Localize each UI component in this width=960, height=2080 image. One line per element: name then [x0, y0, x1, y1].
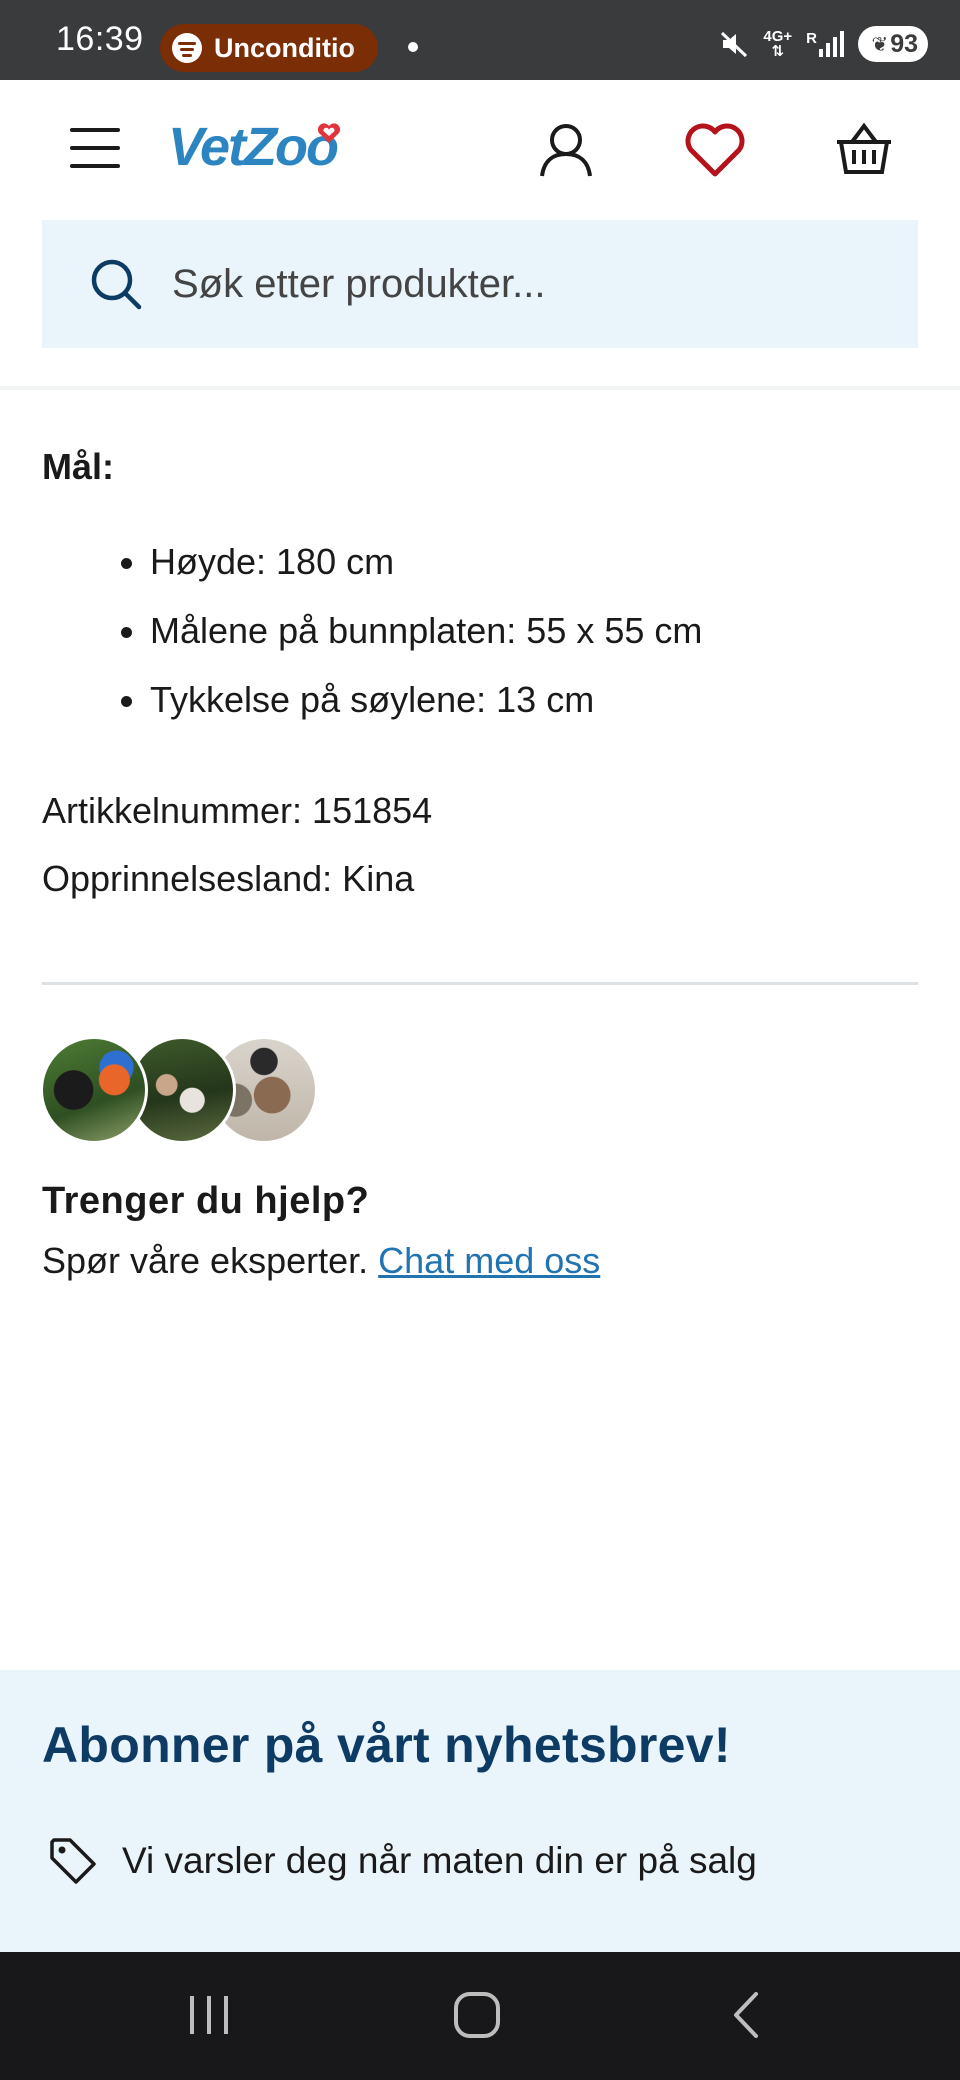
notification-dot	[408, 42, 418, 52]
expert-avatars	[40, 1036, 318, 1146]
media-playing-chip[interactable]: Unconditio	[160, 24, 378, 72]
data-arrows-icon: ⇅	[771, 43, 785, 60]
list-item: Tykkelse på søylene: 13 cm	[42, 680, 702, 749]
mute-icon	[721, 31, 748, 58]
roaming-indicator: R	[806, 30, 817, 47]
article-number: Artikkelnummer: 151854	[42, 790, 433, 831]
help-description: Spør våre eksperter.	[42, 1240, 369, 1281]
origin-country: Opprinnelsesland: Kina	[42, 858, 415, 899]
recent-apps-icon[interactable]	[186, 1990, 232, 2040]
status-time: 16:39	[56, 20, 144, 58]
home-icon[interactable]	[452, 1990, 502, 2040]
dimensions-heading: Mål:	[42, 446, 114, 487]
signal-icon	[819, 31, 844, 57]
media-title: Unconditio	[214, 32, 355, 63]
newsletter-section: Abonner på vårt nyhetsbrev! Vi varsler d…	[0, 1670, 960, 1952]
avatar	[40, 1036, 148, 1144]
hamburger-menu-icon[interactable]	[70, 128, 120, 168]
leaf-icon: ❦	[871, 33, 889, 56]
system-nav-bar	[0, 1952, 960, 2080]
site-header: VetZoo Søk etter produkter...	[0, 80, 960, 390]
spotify-icon	[172, 33, 202, 63]
dimensions-list: Høyde: 180 cm Målene på bunnplaten: 55 x…	[42, 542, 702, 749]
back-icon[interactable]	[726, 1990, 766, 2040]
search-placeholder: Søk etter produkter...	[172, 261, 546, 306]
search-input[interactable]: Søk etter produkter...	[42, 220, 918, 348]
list-item: Målene på bunnplaten: 55 x 55 cm	[42, 611, 702, 680]
divider	[42, 982, 918, 985]
help-text: Spør våre eksperter. Chat med oss	[42, 1240, 600, 1282]
tag-icon	[50, 1838, 96, 1884]
network-type: 4G+	[763, 28, 793, 45]
newsletter-benefit-text: Vi varsler deg når maten din er på salg	[122, 1840, 757, 1881]
battery-indicator: ❦ 93	[858, 26, 928, 62]
vetzoo-logo[interactable]: VetZoo	[168, 116, 339, 178]
basket-icon[interactable]	[834, 120, 894, 178]
help-title: Trenger du hjelp?	[42, 1180, 370, 1222]
status-bar: 16:39 Unconditio 4G+ ⇅ R ❦ 93	[0, 0, 960, 80]
logo-heart-icon	[317, 123, 341, 143]
list-item: Høyde: 180 cm	[42, 542, 702, 611]
newsletter-title: Abonner på vårt nyhetsbrev!	[42, 1717, 731, 1773]
chat-link[interactable]: Chat med oss	[378, 1240, 600, 1281]
search-icon	[91, 259, 142, 310]
user-icon[interactable]	[536, 120, 596, 180]
newsletter-benefit: Vi varsler deg når maten din er på salg	[48, 1836, 757, 1886]
heart-icon[interactable]	[684, 120, 746, 178]
battery-level: 93	[890, 29, 918, 58]
